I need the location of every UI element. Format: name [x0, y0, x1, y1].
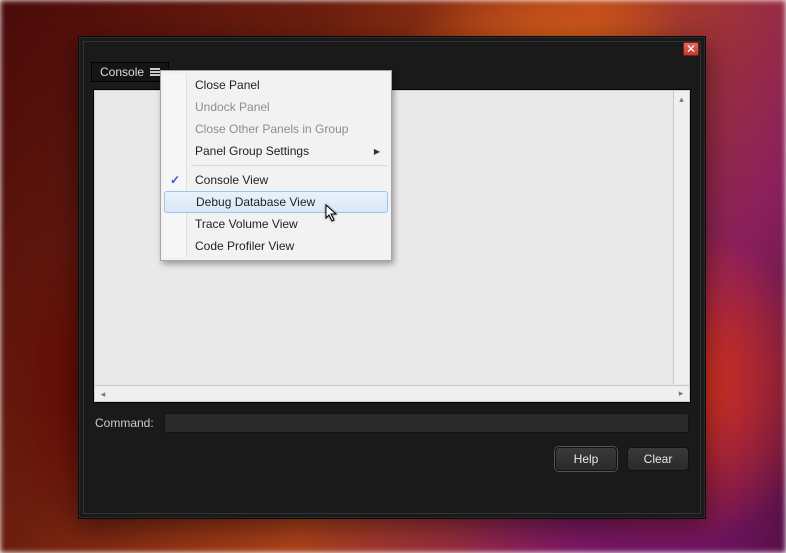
- command-label: Command:: [95, 416, 154, 430]
- window-close-button[interactable]: ✕: [683, 42, 699, 56]
- menu-item-close-panel[interactable]: Close Panel: [163, 74, 389, 96]
- menu-item-trace-volume-view[interactable]: Trace Volume View: [163, 213, 389, 235]
- menu-item-console-view[interactable]: ✓ Console View: [163, 169, 389, 191]
- horizontal-scrollbar[interactable]: ◂ ▸: [95, 385, 689, 401]
- command-row: Command:: [93, 403, 691, 439]
- vertical-scrollbar[interactable]: ▴: [673, 91, 689, 384]
- button-label: Clear: [644, 452, 673, 466]
- tab-console[interactable]: Console: [91, 62, 169, 82]
- scroll-right-arrow-icon[interactable]: ▸: [673, 386, 689, 401]
- button-row: Help Clear: [93, 439, 691, 471]
- menu-item-code-profiler-view[interactable]: Code Profiler View: [163, 235, 389, 257]
- menu-item-debug-database-view[interactable]: Debug Database View: [164, 191, 388, 213]
- button-label: Help: [574, 452, 599, 466]
- command-input[interactable]: [164, 413, 689, 433]
- help-button[interactable]: Help: [555, 447, 617, 471]
- menu-item-panel-group-settings[interactable]: Panel Group Settings ▶: [163, 140, 389, 162]
- menu-item-label: Code Profiler View: [195, 239, 294, 253]
- submenu-arrow-icon: ▶: [374, 147, 380, 156]
- tab-label: Console: [100, 65, 144, 79]
- menu-item-label: Console View: [195, 173, 268, 187]
- clear-button[interactable]: Clear: [627, 447, 689, 471]
- panel-context-menu: Close Panel Undock Panel Close Other Pan…: [160, 70, 392, 261]
- menu-item-label: Close Other Panels in Group: [195, 122, 348, 136]
- checkmark-icon: ✓: [170, 173, 180, 187]
- menu-item-undock-panel: Undock Panel: [163, 96, 389, 118]
- panel-menu-icon[interactable]: [150, 67, 160, 77]
- menu-item-label: Debug Database View: [196, 195, 315, 209]
- menu-item-label: Trace Volume View: [195, 217, 298, 231]
- close-icon: ✕: [686, 43, 696, 55]
- menu-item-label: Close Panel: [195, 78, 260, 92]
- titlebar: ✕: [79, 37, 705, 61]
- scroll-left-arrow-icon[interactable]: ◂: [95, 387, 111, 402]
- menu-item-label: Undock Panel: [195, 100, 270, 114]
- menu-separator: [191, 165, 387, 166]
- menu-item-close-other-panels: Close Other Panels in Group: [163, 118, 389, 140]
- menu-item-label: Panel Group Settings: [195, 144, 309, 158]
- scroll-up-arrow-icon[interactable]: ▴: [674, 91, 689, 107]
